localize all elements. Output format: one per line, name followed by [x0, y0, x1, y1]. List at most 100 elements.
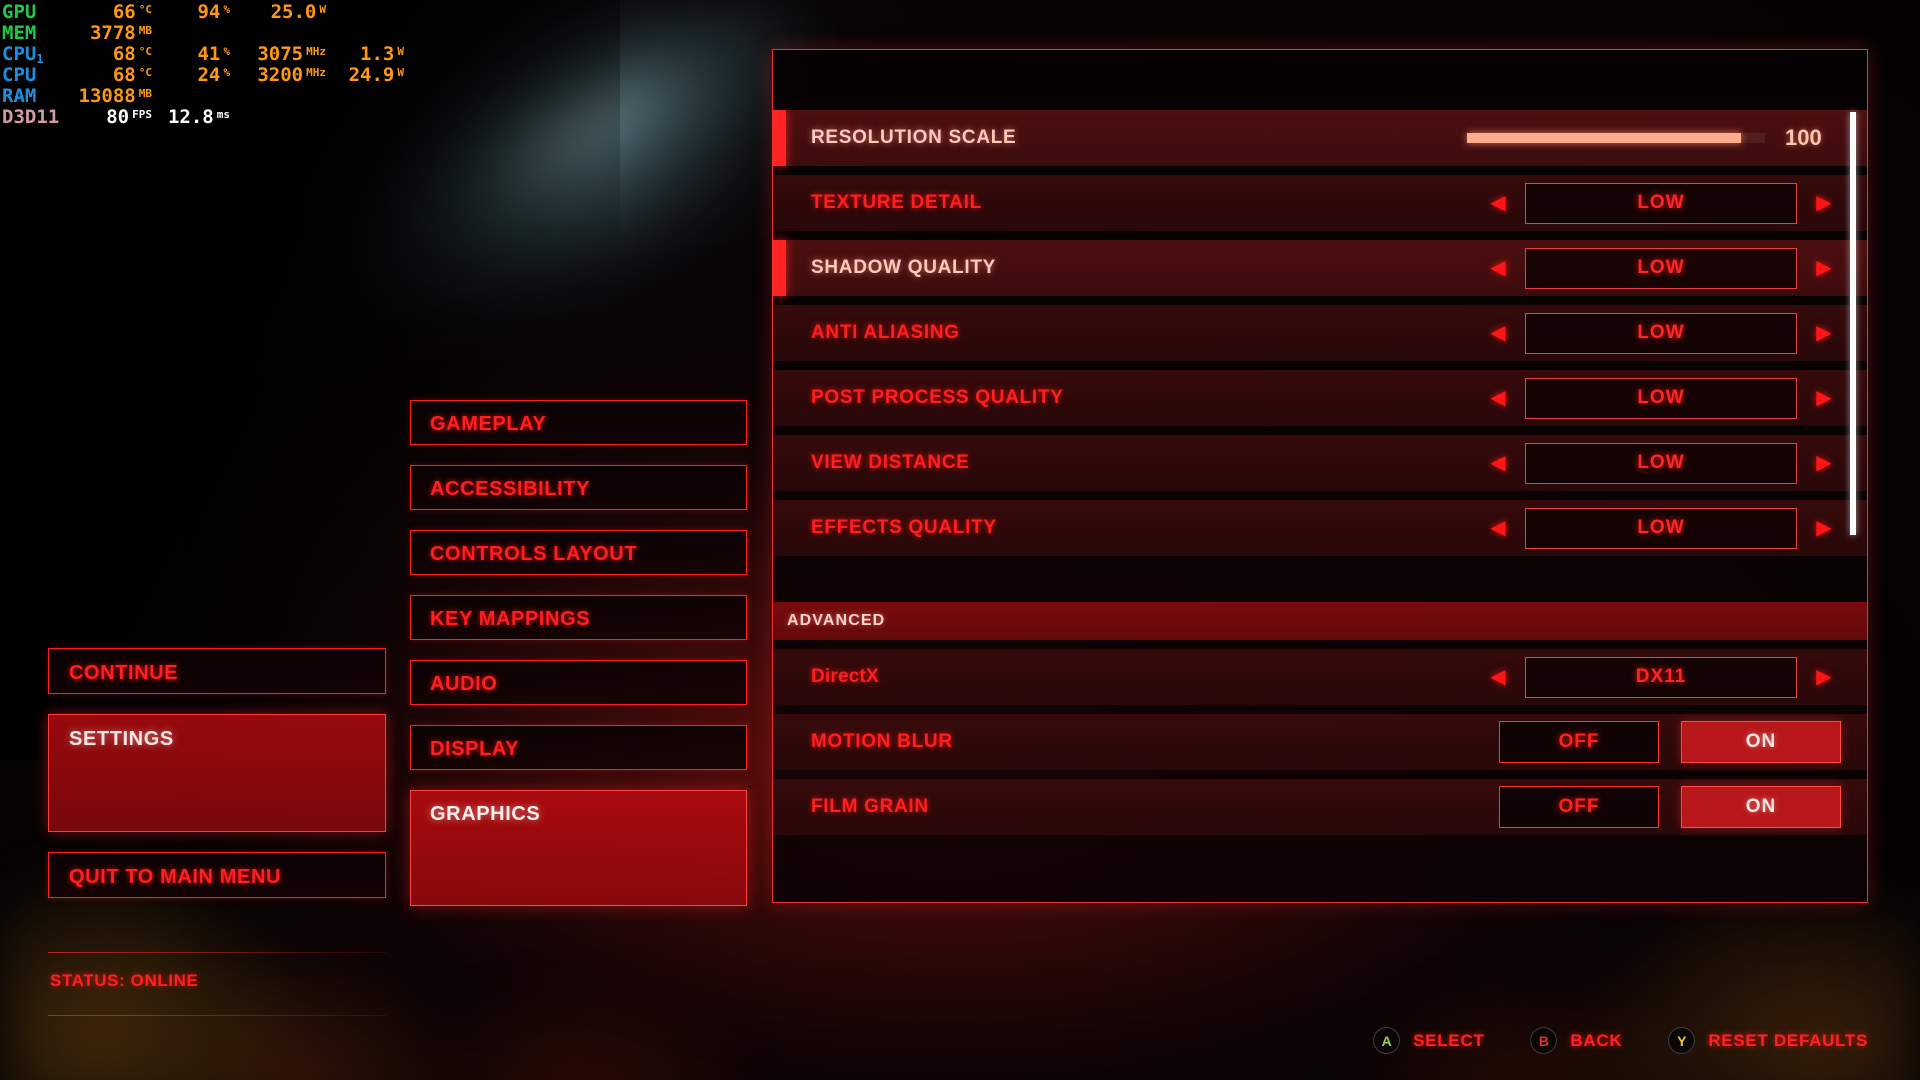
osd-unit: MB	[138, 24, 152, 37]
pause-menu-item-quit-to-main-menu[interactable]: QUIT TO MAIN MENU	[48, 852, 386, 898]
category-item-label: GRAPHICS	[430, 803, 541, 825]
prompt-b[interactable]: B BACK	[1530, 1027, 1622, 1054]
arrow-right-icon[interactable]: ▶	[1807, 193, 1841, 213]
osd-unit: °C	[138, 3, 152, 16]
prompt-label: BACK	[1570, 1030, 1623, 1050]
pause-menu-item-label: CONTINUE	[69, 662, 179, 684]
stepper-control[interactable]: ◀ LOW ▶	[1481, 182, 1841, 224]
hardware-monitor-overlay: GPU 66 °C 94% 25.0 W MEM 3778 MB CPU1 68 °C 41% 3075 M…	[2, 2, 404, 128]
settings-row-label: VIEW DISTANCE	[811, 452, 970, 473]
settings-row[interactable]: VIEW DISTANCE ◀ LOW ▶	[773, 435, 1867, 491]
arrow-left-icon[interactable]: ◀	[1481, 258, 1515, 278]
toggle-on-button[interactable]: ON	[1681, 721, 1841, 763]
slider-value: 100	[1785, 125, 1822, 150]
stepper-control[interactable]: ◀ LOW ▶	[1481, 312, 1841, 354]
settings-row[interactable]: RESOLUTION SCALE 100	[773, 110, 1867, 166]
toggle-off-button[interactable]: OFF	[1499, 721, 1659, 763]
advanced-settings-row[interactable]: FILM GRAIN OFF ON	[773, 779, 1867, 835]
osd-unit: °C	[138, 66, 152, 79]
osd-value-cell: 94%	[152, 2, 230, 25]
arrow-left-icon[interactable]: ◀	[1481, 667, 1515, 687]
arrow-right-icon[interactable]: ▶	[1807, 518, 1841, 538]
category-item-audio[interactable]: AUDIO	[410, 660, 747, 705]
osd-value: 66	[112, 1, 136, 23]
stepper-value-box[interactable]: DX11	[1525, 656, 1797, 698]
osd-value: 24.9	[348, 64, 395, 86]
stepper-value-box[interactable]: LOW	[1525, 507, 1797, 549]
category-item-display[interactable]: DISPLAY	[410, 725, 747, 770]
prompt-y[interactable]: Y RESET DEFAULTS	[1668, 1027, 1868, 1054]
scrollbar-thumb[interactable]	[1850, 112, 1856, 535]
toggle-control[interactable]: OFF ON	[1499, 786, 1841, 828]
toggle-off-button[interactable]: OFF	[1499, 786, 1659, 828]
settings-row-label: RESOLUTION SCALE	[811, 127, 1017, 148]
pause-menu: CONTINUE SETTINGS QUIT TO MAIN MENU	[48, 648, 386, 918]
osd-value-cell: 3778 MB	[64, 23, 152, 46]
osd-unit: ms	[216, 108, 230, 121]
slider-fill	[1467, 133, 1742, 143]
stepper-value-box[interactable]: LOW	[1525, 182, 1797, 224]
prompt-label: SELECT	[1413, 1030, 1485, 1050]
category-item-gameplay[interactable]: GAMEPLAY	[410, 400, 747, 445]
pause-menu-item-label: SETTINGS	[69, 728, 174, 750]
category-item-graphics[interactable]: GRAPHICS	[410, 790, 747, 906]
osd-value-cell: 12.8 ms	[152, 107, 230, 130]
pause-menu-item-continue[interactable]: CONTINUE	[48, 648, 386, 694]
arrow-right-icon[interactable]: ▶	[1807, 258, 1841, 278]
status-text: STATUS: ONLINE	[50, 971, 199, 990]
stepper-value-box[interactable]: LOW	[1525, 377, 1797, 419]
settings-row[interactable]: EFFECTS QUALITY ◀ LOW ▶	[773, 500, 1867, 556]
arrow-right-icon[interactable]: ▶	[1807, 388, 1841, 408]
osd-label: MEM	[2, 22, 37, 44]
settings-row[interactable]: SHADOW QUALITY ◀ LOW ▶	[773, 240, 1867, 296]
arrow-left-icon[interactable]: ◀	[1481, 518, 1515, 538]
stepper-control[interactable]: ◀ LOW ▶	[1481, 507, 1841, 549]
osd-label: GPU	[2, 1, 37, 23]
stepper-control[interactable]: ◀ LOW ▶	[1481, 377, 1841, 419]
toggle-control[interactable]: OFF ON	[1499, 721, 1841, 763]
osd-label: CPU	[2, 64, 37, 86]
arrow-left-icon[interactable]: ◀	[1481, 453, 1515, 473]
prompt-a[interactable]: A SELECT	[1373, 1027, 1484, 1054]
stepper-value-box[interactable]: LOW	[1525, 312, 1797, 354]
toggle-on-button[interactable]: ON	[1681, 786, 1841, 828]
settings-row[interactable]: ANTI ALIASING ◀ LOW ▶	[773, 305, 1867, 361]
osd-row: MEM 3778 MB	[2, 23, 404, 44]
category-item-key-mappings[interactable]: KEY MAPPINGS	[410, 595, 747, 640]
pause-menu-item-settings[interactable]: SETTINGS	[48, 714, 386, 832]
advanced-settings-row[interactable]: MOTION BLUR OFF ON	[773, 714, 1867, 770]
settings-row[interactable]: POST PROCESS QUALITY ◀ LOW ▶	[773, 370, 1867, 426]
category-item-label: AUDIO	[430, 673, 498, 695]
stepper-value-box[interactable]: LOW	[1525, 442, 1797, 484]
settings-row-label: TEXTURE DETAIL	[811, 192, 982, 213]
osd-value: 25.0	[270, 1, 317, 23]
settings-row[interactable]: TEXTURE DETAIL ◀ LOW ▶	[773, 175, 1867, 231]
arrow-right-icon[interactable]: ▶	[1807, 453, 1841, 473]
slider-track[interactable]	[1467, 133, 1765, 143]
advanced-section-header: ADVANCED	[773, 602, 1867, 640]
osd-unit: %	[223, 3, 230, 16]
arrow-right-icon[interactable]: ▶	[1807, 667, 1841, 687]
arrow-left-icon[interactable]: ◀	[1481, 193, 1515, 213]
stepper-control[interactable]: ◀ LOW ▶	[1481, 442, 1841, 484]
stepper-control[interactable]: ◀ DX11 ▶	[1481, 656, 1841, 698]
osd-value: 68	[112, 64, 136, 86]
settings-scrollbar[interactable]	[1850, 112, 1856, 602]
settings-category-menu: GAMEPLAY ACCESSIBILITY CONTROLS LAYOUT KEY …	[410, 400, 747, 926]
osd-row: CPU 68 °C 24% 3200 MHz 24.9 W	[2, 65, 404, 86]
advanced-row-label: FILM GRAIN	[811, 796, 929, 817]
slider-control[interactable]: 100	[1467, 125, 1841, 151]
arrow-left-icon[interactable]: ◀	[1481, 323, 1515, 343]
pause-menu-item-label: QUIT TO MAIN MENU	[69, 866, 282, 888]
category-item-accessibility[interactable]: ACCESSIBILITY	[410, 465, 747, 510]
prompt-label: RESET DEFAULTS	[1708, 1030, 1868, 1050]
advanced-settings-row[interactable]: DirectX ◀ DX11 ▶	[773, 649, 1867, 705]
stepper-control[interactable]: ◀ LOW ▶	[1481, 247, 1841, 289]
stepper-value-box[interactable]: LOW	[1525, 247, 1797, 289]
arrow-left-icon[interactable]: ◀	[1481, 388, 1515, 408]
arrow-right-icon[interactable]: ▶	[1807, 323, 1841, 343]
osd-value: 68	[112, 43, 136, 65]
category-item-controls-layout[interactable]: CONTROLS LAYOUT	[410, 530, 747, 575]
settings-scroll-area[interactable]: RESOLUTION SCALE 100 TEXTURE DETAIL ◀ LOW ▶ SH…	[773, 110, 1867, 602]
category-item-label: KEY MAPPINGS	[430, 608, 591, 630]
